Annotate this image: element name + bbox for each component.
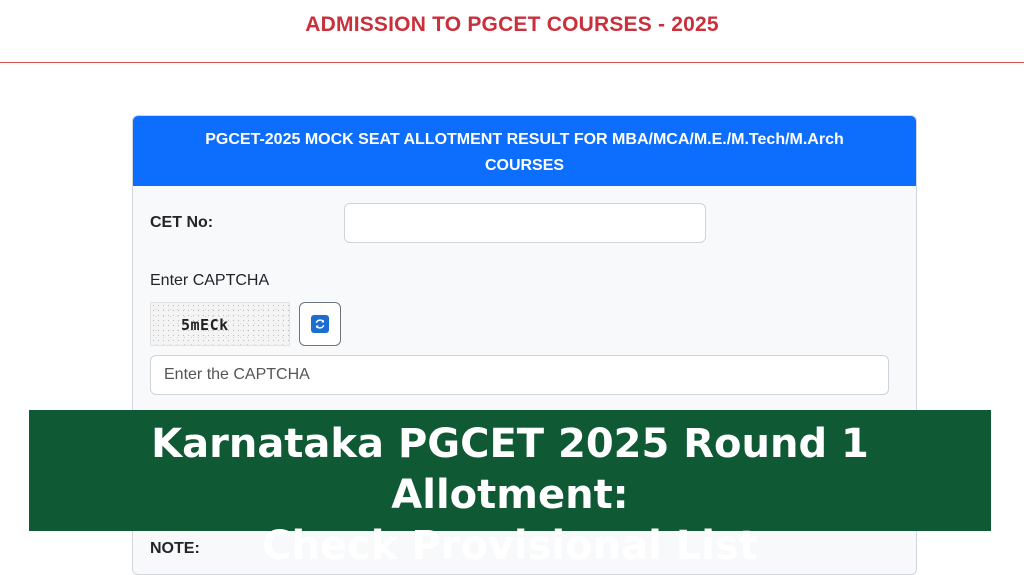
captcha-input[interactable] [150, 355, 889, 395]
refresh-icon [311, 315, 329, 333]
cet-no-input[interactable] [344, 203, 706, 243]
captcha-code: 5mECk [181, 316, 229, 334]
banner-line-2: Check Provisional List [262, 523, 758, 569]
page-header: ADMISSION TO PGCET COURSES - 2025 [0, 0, 1024, 63]
page-title: ADMISSION TO PGCET COURSES - 2025 [305, 13, 719, 36]
cet-no-label: CET No: [150, 214, 214, 231]
headline-banner: Karnataka PGCET 2025 Round 1 Allotment: … [29, 410, 991, 569]
refresh-captcha-button[interactable] [299, 302, 341, 346]
captcha-label: Enter CAPTCHA [150, 272, 270, 289]
card-title: PGCET-2025 MOCK SEAT ALLOTMENT RESULT FO… [133, 116, 916, 186]
captcha-image: 5mECk [150, 302, 290, 346]
banner-line-1: Karnataka PGCET 2025 Round 1 Allotment: [151, 421, 869, 518]
